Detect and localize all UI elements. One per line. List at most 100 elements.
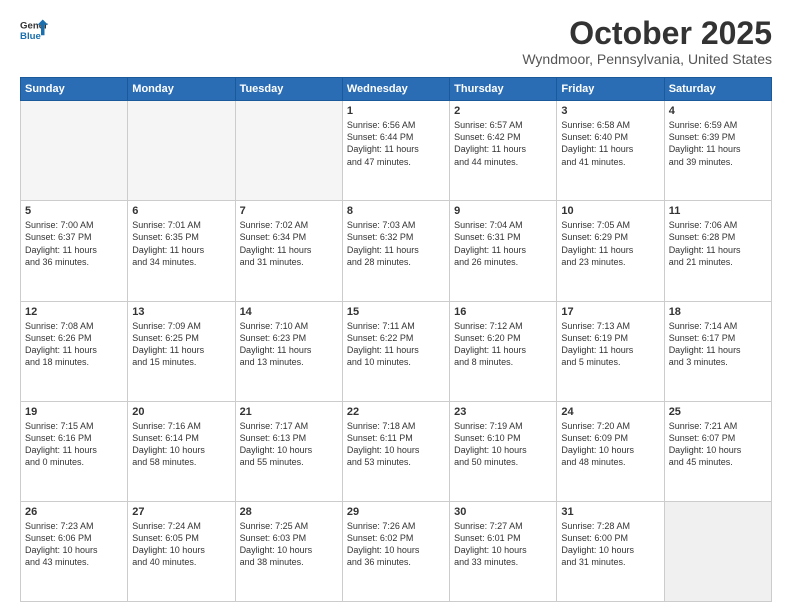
daylight-minutes-label: and 23 minutes. — [561, 257, 625, 267]
table-row: 19Sunrise: 7:15 AMSunset: 6:16 PMDayligh… — [21, 401, 128, 501]
location: Wyndmoor, Pennsylvania, United States — [522, 51, 772, 67]
daylight-hours-label: Daylight: 10 hours — [454, 445, 527, 455]
daylight-hours-label: Daylight: 11 hours — [561, 144, 633, 154]
day-number: 5 — [25, 205, 123, 217]
month-title: October 2025 — [522, 16, 772, 51]
daylight-hours-label: Daylight: 10 hours — [454, 545, 527, 555]
sunrise-info: Sunrise: 7:01 AM — [132, 220, 201, 230]
sunset-info: Sunset: 6:01 PM — [454, 533, 521, 543]
daylight-hours-label: Daylight: 10 hours — [669, 445, 742, 455]
day-info: Sunrise: 7:23 AMSunset: 6:06 PMDaylight:… — [25, 520, 123, 569]
daylight-hours-label: Daylight: 11 hours — [669, 144, 741, 154]
daylight-hours-label: Daylight: 10 hours — [25, 545, 98, 555]
table-row: 10Sunrise: 7:05 AMSunset: 6:29 PMDayligh… — [557, 201, 664, 301]
day-info: Sunrise: 7:09 AMSunset: 6:25 PMDaylight:… — [132, 320, 230, 369]
sunrise-info: Sunrise: 7:28 AM — [561, 521, 630, 531]
daylight-hours-label: Daylight: 11 hours — [240, 245, 312, 255]
sunrise-info: Sunrise: 7:21 AM — [669, 421, 738, 431]
sunset-info: Sunset: 6:44 PM — [347, 132, 414, 142]
table-row: 2 Sunrise: 6:57 AMSunset: 6:42 PMDaylight… — [450, 101, 557, 201]
daylight-hours-label: Daylight: 11 hours — [347, 245, 419, 255]
day-info: Sunrise: 7:02 AM Sunset: 6:34 PM Daylight:… — [240, 219, 338, 268]
day-number: 12 — [25, 306, 123, 318]
daylight-hours-label: Daylight: 10 hours — [240, 545, 313, 555]
daylight-hours-label: Daylight: 11 hours — [454, 345, 526, 355]
sunrise-info: Sunrise: 6:56 AM — [347, 120, 416, 130]
day-number: 4 — [669, 105, 767, 117]
day-number: 9 — [454, 205, 552, 217]
table-row — [235, 101, 342, 201]
day-info: Sunrise: 7:26 AMSunset: 6:02 PMDaylight:… — [347, 520, 445, 569]
daylight-minutes-label: and 36 minutes. — [25, 257, 89, 267]
col-sunday: Sunday — [21, 78, 128, 101]
day-info: Sunrise: 7:13 AMSunset: 6:19 PMDaylight:… — [561, 320, 659, 369]
sunset-info: Sunset: 6:11 PM — [347, 433, 413, 443]
day-number: 13 — [132, 306, 230, 318]
daylight-hours-label: Daylight: 10 hours — [132, 445, 205, 455]
daylight-minutes-label: and 40 minutes. — [132, 557, 196, 567]
sunrise-info: Sunrise: 7:19 AM — [454, 421, 523, 431]
table-row: 5 Sunrise: 7:00 AM Sunset: 6:37 PM Daylight… — [21, 201, 128, 301]
daylight-hours-label: Daylight: 11 hours — [347, 144, 419, 154]
table-row: 4Sunrise: 6:59 AMSunset: 6:39 PMDaylight… — [664, 101, 771, 201]
sunset-info: Sunset: 6:10 PM — [454, 433, 521, 443]
calendar-week-row: 26Sunrise: 7:23 AMSunset: 6:06 PMDayligh… — [21, 501, 772, 601]
sunset-info: Sunset: 6:28 PM — [669, 232, 736, 242]
sunrise-info: Sunrise: 7:04 AM — [454, 220, 523, 230]
sunset-info: Sunset: 6:00 PM — [561, 533, 628, 543]
sunrise-info: Sunrise: 7:09 AM — [132, 321, 201, 331]
col-friday: Friday — [557, 78, 664, 101]
header: General Blue October 2025 Wyndmoor, Penn… — [20, 16, 772, 67]
daylight-hours-label: Daylight: 10 hours — [347, 445, 420, 455]
day-number: 2 — [454, 105, 552, 117]
sunset-info: Sunset: 6:34 PM — [240, 232, 307, 242]
day-number: 7 — [240, 205, 338, 217]
table-row: 28Sunrise: 7:25 AMSunset: 6:03 PMDayligh… — [235, 501, 342, 601]
sunrise-info: Sunrise: 7:02 AM — [240, 220, 309, 230]
daylight-minutes-label: and 28 minutes. — [347, 257, 411, 267]
daylight-hours-label: Daylight: 11 hours — [25, 245, 97, 255]
sunset-info: Sunset: 6:37 PM — [25, 232, 92, 242]
col-thursday: Thursday — [450, 78, 557, 101]
day-info: Sunrise: 7:19 AM Sunset: 6:10 PM Daylight:… — [454, 420, 552, 469]
sunset-info: Sunset: 6:09 PM — [561, 433, 628, 443]
table-row: 17 Sunrise: 7:13 AMSunset: 6:19 PMDayligh… — [557, 301, 664, 401]
daylight-minutes-label: and 34 minutes. — [132, 257, 196, 267]
day-number: 24 — [561, 406, 659, 418]
daylight-minutes-label: and 55 minutes. — [240, 457, 304, 467]
day-info: Sunrise: 7:12 AMSunset: 6:20 PMDaylight:… — [454, 320, 552, 369]
page: General Blue October 2025 Wyndmoor, Penn… — [0, 0, 792, 612]
daylight-minutes-label: and 33 minutes. — [454, 557, 518, 567]
day-info: Sunrise: 6:57 AMSunset: 6:42 PMDaylight:… — [454, 119, 552, 168]
sunrise-info: Sunrise: 7:15 AM — [25, 421, 94, 431]
daylight-hours-label: Daylight: 11 hours — [132, 345, 204, 355]
daylight-hours-label: Daylight: 11 hours — [25, 345, 97, 355]
table-row: 24Sunrise: 7:20 AMSunset: 6:09 PMDayligh… — [557, 401, 664, 501]
day-number: 28 — [240, 506, 338, 518]
sunrise-info: Sunrise: 7:18 AM — [347, 421, 416, 431]
sunrise-info: Sunrise: 7:00 AM — [25, 220, 94, 230]
daylight-minutes-label: and 48 minutes. — [561, 457, 625, 467]
daylight-hours-label: Daylight: 11 hours — [347, 345, 419, 355]
sunrise-info: Sunrise: 7:10 AM — [240, 321, 309, 331]
daylight-minutes-label: and 45 minutes. — [669, 457, 733, 467]
daylight-hours-label: Daylight: 11 hours — [454, 144, 526, 154]
day-info: Sunrise: 7:21 AMSunset: 6:07 PMDaylight:… — [669, 420, 767, 469]
day-info: Sunrise: 7:18 AM Sunset: 6:11 PM Daylight:… — [347, 420, 445, 469]
day-number: 10 — [561, 205, 659, 217]
calendar-week-row: 12Sunrise: 7:08 AMSunset: 6:26 PMDayligh… — [21, 301, 772, 401]
sunrise-info: Sunrise: 7:26 AM — [347, 521, 416, 531]
sunrise-info: Sunrise: 7:25 AM — [240, 521, 309, 531]
day-number: 29 — [347, 506, 445, 518]
daylight-hours-label: Daylight: 10 hours — [561, 545, 634, 555]
col-saturday: Saturday — [664, 78, 771, 101]
day-number: 17 — [561, 306, 659, 318]
daylight-minutes-label: and 13 minutes. — [240, 357, 304, 367]
sunrise-info: Sunrise: 6:57 AM — [454, 120, 523, 130]
sunrise-info: Sunrise: 7:27 AM — [454, 521, 523, 531]
daylight-minutes-label: and 36 minutes. — [347, 557, 411, 567]
table-row: 29 Sunrise: 7:26 AMSunset: 6:02 PMDayligh… — [342, 501, 449, 601]
daylight-minutes-label: and 43 minutes. — [25, 557, 89, 567]
daylight-minutes-label: and 44 minutes. — [454, 157, 518, 167]
daylight-hours-label: Daylight: 11 hours — [561, 345, 633, 355]
